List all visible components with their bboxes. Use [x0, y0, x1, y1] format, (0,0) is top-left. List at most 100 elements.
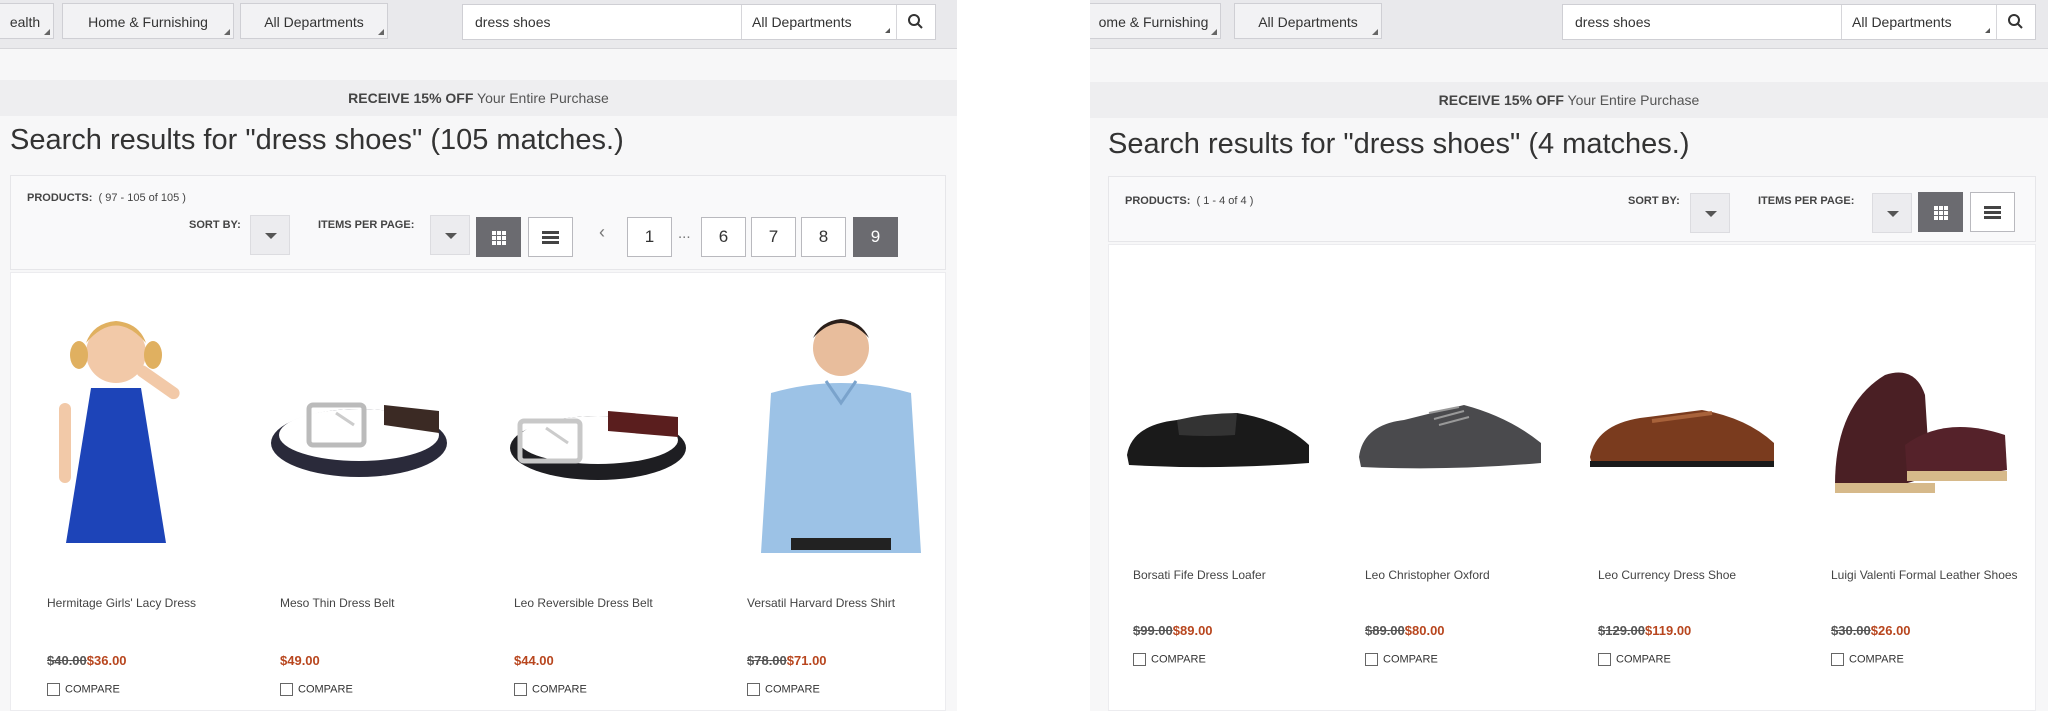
compare-checkbox[interactable]: COMPARE — [514, 683, 587, 696]
products-label: PRODUCTS: — [1125, 195, 1191, 207]
compare-label: COMPARE — [1151, 653, 1206, 666]
product-name[interactable]: Meso Thin Dress Belt — [280, 595, 470, 612]
tab-all-departments[interactable]: All Departments — [240, 3, 388, 39]
compare-checkbox[interactable]: COMPARE — [280, 683, 353, 696]
page-title: Search results for "dress shoes" (4 matc… — [1108, 128, 1690, 160]
product-price: $89.00$80.00 — [1365, 623, 1445, 638]
department-label: All Departments — [752, 14, 852, 30]
compare-label: COMPARE — [765, 683, 820, 696]
search-icon — [2008, 14, 2023, 29]
search-bar: dress shoes All Departments — [1562, 4, 2036, 40]
tab-all-departments[interactable]: All Departments — [1234, 3, 1382, 39]
tab-label: ome & Furnishing — [1098, 14, 1209, 30]
search-button[interactable] — [1996, 5, 2035, 39]
compare-checkbox[interactable]: COMPARE — [47, 683, 120, 696]
search-department-select[interactable]: All Departments — [741, 5, 895, 39]
product-card[interactable]: Leo Reversible Dress Belt $44.00 COMPARE — [498, 273, 698, 711]
list-view-button[interactable] — [528, 217, 573, 257]
compare-checkbox[interactable]: COMPARE — [1831, 653, 1904, 666]
compare-label: COMPARE — [1616, 653, 1671, 666]
page-7-button[interactable]: 7 — [751, 217, 796, 257]
checkbox-icon — [1365, 653, 1378, 666]
product-card[interactable]: Leo Currency Dress Shoe $129.00$119.00 C… — [1582, 245, 1782, 684]
boat-shoes-photo — [1835, 372, 2007, 493]
page-title: Search results for "dress shoes" (105 ma… — [10, 124, 624, 156]
product-name[interactable]: Versatil Harvard Dress Shirt — [747, 595, 937, 612]
chevron-down-icon — [1887, 211, 1899, 217]
sale-price: $71.00 — [786, 653, 827, 668]
tab-home-furnishing[interactable]: ome & Furnishing — [1090, 3, 1221, 39]
promo-banner[interactable]: RECEIVE 15% OFF Your Entire Purchase — [0, 80, 957, 116]
promo-banner[interactable]: RECEIVE 15% OFF Your Entire Purchase — [1090, 82, 2048, 118]
product-name[interactable]: Leo Christopher Oxford — [1365, 567, 1555, 584]
search-input[interactable]: dress shoes — [1575, 5, 1650, 39]
black-loafer-photo — [1127, 413, 1309, 468]
old-price: $78.00 — [747, 653, 787, 668]
product-name[interactable]: Borsati Fife Dress Loafer — [1133, 567, 1323, 584]
sale-price: $36.00 — [86, 653, 127, 668]
product-price: $78.00$71.00 — [747, 653, 827, 668]
grey-oxford-photo — [1359, 405, 1541, 469]
product-name[interactable]: Leo Reversible Dress Belt — [514, 595, 704, 612]
sort-label: SORT BY: — [189, 219, 241, 231]
product-price: $44.00 — [514, 653, 554, 668]
page-8-button[interactable]: 8 — [801, 217, 846, 257]
products-range: ( 1 - 4 of 4 ) — [1196, 195, 1254, 207]
product-price: $30.00$26.00 — [1831, 623, 1911, 638]
search-input[interactable]: dress shoes — [475, 5, 550, 39]
sale-price: $89.00 — [1172, 623, 1213, 638]
page-9-button[interactable]: 9 — [853, 217, 898, 257]
tab-home-furnishing[interactable]: Home & Furnishing — [62, 3, 234, 39]
old-price: $89.00 — [1365, 623, 1405, 638]
page-1-button[interactable]: 1 — [627, 217, 672, 257]
list-view-button[interactable] — [1970, 192, 2015, 232]
product-card[interactable]: Hermitage Girls' Lacy Dress $40.00$36.00… — [31, 273, 231, 711]
product-card[interactable]: Borsati Fife Dress Loafer $99.00$89.00 C… — [1117, 245, 1317, 684]
product-card[interactable]: Luigi Valenti Formal Leather Shoes $30.0… — [1815, 245, 2018, 684]
compare-checkbox[interactable]: COMPARE — [1133, 653, 1206, 666]
page-6-button[interactable]: 6 — [701, 217, 746, 257]
product-price: $40.00$36.00 — [47, 653, 127, 668]
search-icon — [908, 14, 923, 29]
compare-checkbox[interactable]: COMPARE — [747, 683, 820, 696]
checkbox-icon — [747, 683, 760, 696]
compare-checkbox[interactable]: COMPARE — [1598, 653, 1671, 666]
top-nav-bar: ome & Furnishing All Departments dress s… — [1090, 0, 2048, 49]
sort-dropdown[interactable] — [250, 215, 290, 255]
tab-health[interactable]: ealth — [0, 3, 54, 39]
product-card[interactable]: Meso Thin Dress Belt $49.00 COMPARE — [264, 273, 464, 711]
products-count: PRODUCTS: ( 1 - 4 of 4 ) — [1125, 195, 1253, 207]
grid-view-button[interactable] — [476, 217, 521, 257]
product-grid: Hermitage Girls' Lacy Dress $40.00$36.00… — [10, 272, 946, 711]
items-per-page-label: ITEMS PER PAGE: — [1758, 195, 1855, 207]
search-department-select[interactable]: All Departments — [1841, 5, 1995, 39]
left-screenshot-panel: ealth Home & Furnishing All Departments … — [0, 0, 957, 711]
product-card[interactable]: Versatil Harvard Dress Shirt $78.00$71.0… — [731, 273, 931, 711]
compare-checkbox[interactable]: COMPARE — [1365, 653, 1438, 666]
grid-view-button[interactable] — [1918, 192, 1963, 232]
product-name[interactable]: Leo Currency Dress Shoe — [1598, 567, 1788, 584]
panel-separator — [957, 0, 1090, 711]
belt-photo — [510, 411, 686, 480]
items-per-page-dropdown[interactable] — [1872, 193, 1912, 233]
pagination-ellipsis: ... — [678, 225, 691, 242]
prev-page-icon[interactable]: ‹ — [599, 222, 605, 243]
sort-dropdown[interactable] — [1690, 193, 1730, 233]
search-bar: dress shoes All Departments — [462, 4, 936, 40]
dropdown-corner-icon — [378, 29, 384, 35]
checkbox-icon — [1831, 653, 1844, 666]
products-label: PRODUCTS: — [27, 192, 93, 204]
product-name[interactable]: Luigi Valenti Formal Leather Shoes — [1831, 567, 2021, 584]
list-icon — [542, 231, 559, 244]
search-button[interactable] — [896, 5, 935, 39]
items-per-page-dropdown[interactable] — [430, 215, 470, 255]
product-price: $49.00 — [280, 653, 320, 668]
top-nav-bar: ealth Home & Furnishing All Departments … — [0, 0, 957, 49]
grid-icon — [492, 231, 506, 245]
product-card[interactable]: Leo Christopher Oxford $89.00$80.00 COMP… — [1349, 245, 1549, 684]
product-grid: Borsati Fife Dress Loafer $99.00$89.00 C… — [1108, 244, 2036, 711]
product-name[interactable]: Hermitage Girls' Lacy Dress — [47, 595, 237, 612]
product-price: $99.00$89.00 — [1133, 623, 1213, 638]
old-price: $40.00 — [47, 653, 87, 668]
sale-price: $80.00 — [1404, 623, 1445, 638]
